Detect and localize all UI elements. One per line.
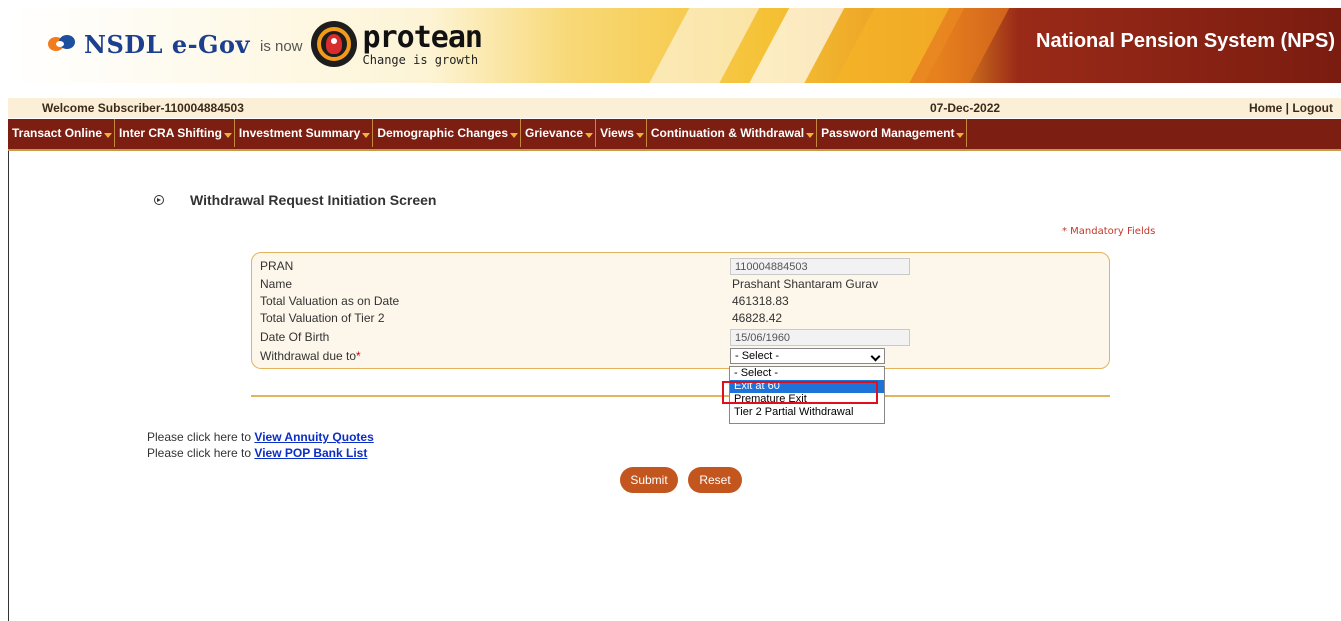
info-bar: Welcome Subscriber-110004884503 07-Dec-2… [8,98,1341,118]
option-premature-exit[interactable]: Premature Exit [730,393,884,406]
nsdl-logo-icon [48,33,78,55]
menu-label: Grievance [525,126,584,140]
name-label: Name [260,277,293,291]
tier2-valuation-label: Total Valuation of Tier 2 [260,311,385,325]
brand-logo: NSDL e-Gov is now protean Change is grow… [48,19,483,67]
caret-down-icon [362,133,371,139]
total-valuation-value: 461318.83 [732,294,789,308]
tier2-valuation-value: 46828.42 [732,311,783,325]
total-valuation-label: Total Valuation as on Date [260,294,400,308]
withdrawal-label: Withdrawal due to* [260,349,361,363]
menu-transact-online[interactable]: Transact Online [8,119,116,147]
mandatory-fields-note: * Mandatory Fields [1062,226,1156,237]
header-banner: NSDL e-Gov is now protean Change is grow… [8,8,1341,83]
reset-button[interactable]: Reset [688,467,742,493]
menu-label: Views [600,126,634,140]
required-marker: * [356,349,361,363]
annuity-link-line: Please click here to View Annuity Quotes [147,430,374,444]
pran-field[interactable] [730,258,910,275]
menu-password-management[interactable]: Password Management [817,119,968,147]
current-date: 07-Dec-2022 [930,101,1001,115]
bullet-arrow-icon [154,195,164,205]
welcome-text: Welcome Subscriber-110004884503 [42,101,244,115]
nsdl-brand-text: NSDL e-Gov [84,29,250,59]
menu-label: Password Management [821,126,955,140]
link-prefix: Please click here to [147,430,252,444]
caret-down-icon [510,133,519,139]
submit-button[interactable]: Submit [620,467,678,493]
menu-demographic-changes[interactable]: Demographic Changes [373,119,522,147]
caret-down-icon [585,133,594,139]
withdrawal-form: PRAN Name Prashant Shantaram Gurav Total… [251,252,1110,369]
system-title: National Pension System (NPS) [1036,30,1335,52]
withdrawal-reason-options: - Select - Exit at 60 Premature Exit Tie… [729,366,885,424]
menu-continuation-withdrawal[interactable]: Continuation & Withdrawal [647,119,818,147]
protean-tagline: Change is growth [362,52,479,67]
view-annuity-quotes-link[interactable]: View Annuity Quotes [254,430,373,444]
protean-brand: protean Change is growth [362,19,483,67]
main-menu-bar: Transact Online Inter CRA Shifting Inves… [8,119,1341,151]
protean-logo-icon [310,21,357,67]
withdrawal-reason-select[interactable]: - Select - [730,348,885,364]
caret-down-icon [104,133,113,139]
home-logout-links[interactable]: Home | Logout [1249,101,1333,115]
pran-label: PRAN [260,259,294,273]
caret-down-icon [223,133,232,139]
section-heading: Withdrawal Request Initiation Screen [154,192,436,208]
dob-label: Date Of Birth [260,330,330,344]
is-now-text: is now [260,37,303,55]
menu-label: Inter CRA Shifting [119,126,222,140]
withdrawal-selected-value: - Select - [735,350,780,362]
link-prefix: Please click here to [147,446,252,460]
option-tier2-partial-withdrawal[interactable]: Tier 2 Partial Withdrawal [730,406,884,419]
menu-views[interactable]: Views [596,119,647,147]
form-divider [251,395,1110,397]
menu-label: Transact Online [12,126,103,140]
menu-label: Investment Summary [238,126,361,140]
name-value: Prashant Shantaram Gurav [732,277,879,291]
dob-field[interactable] [730,329,910,346]
protean-brand-text: protean [362,19,483,55]
menu-grievance[interactable]: Grievance [521,119,597,147]
content-left-border [8,151,9,621]
view-pop-bank-list-link[interactable]: View POP Bank List [254,446,367,460]
caret-down-icon [956,133,965,139]
menu-label: Continuation & Withdrawal [650,126,805,140]
option-select[interactable]: - Select - [730,367,884,380]
withdrawal-label-text: Withdrawal due to [260,349,357,363]
option-exit-at-60[interactable]: Exit at 60 [730,380,884,393]
menu-label: Demographic Changes [377,126,509,140]
pop-bank-link-line: Please click here to View POP Bank List [147,446,367,460]
caret-down-icon [635,133,644,139]
menu-investment-summary[interactable]: Investment Summary [235,119,374,147]
page-title: Withdrawal Request Initiation Screen [190,192,437,208]
chevron-down-icon [872,352,880,360]
menu-inter-cra-shifting[interactable]: Inter CRA Shifting [115,119,235,147]
caret-down-icon [806,133,815,139]
